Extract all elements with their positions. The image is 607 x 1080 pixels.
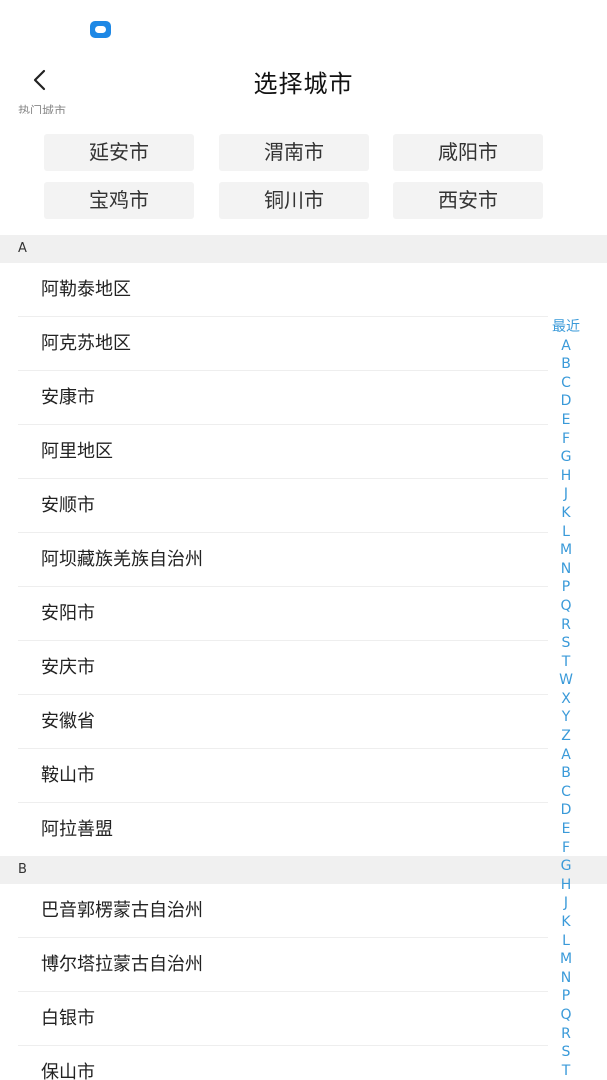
city-name: 保山市	[41, 1062, 95, 1080]
city-list-item[interactable]: 安顺市	[18, 479, 548, 533]
alpha-index-item[interactable]: E	[546, 820, 586, 839]
alpha-index-item[interactable]: B	[546, 355, 586, 374]
alpha-index-item[interactable]: M	[546, 950, 586, 969]
alpha-index-item[interactable]: 最近	[546, 318, 586, 337]
city-list-item[interactable]: 博尔塔拉蒙古自治州	[18, 938, 548, 992]
alpha-index-item[interactable]: D	[546, 392, 586, 411]
nav-bar: 选择城市	[0, 56, 607, 104]
alpha-index-item[interactable]: H	[546, 467, 586, 486]
alpha-index-item[interactable]: F	[546, 430, 586, 449]
city-name: 博尔塔拉蒙古自治州	[41, 954, 203, 975]
alpha-index-item[interactable]: S	[546, 1043, 586, 1062]
city-name: 安顺市	[41, 495, 95, 516]
section-header-a: A	[0, 235, 607, 263]
alpha-index-item[interactable]: W	[546, 671, 586, 690]
city-name: 安阳市	[41, 603, 95, 624]
city-list-item[interactable]: 巴音郭楞蒙古自治州	[18, 884, 548, 938]
alpha-index-item[interactable]: D	[546, 801, 586, 820]
hot-city-chip[interactable]: 渭南市	[219, 134, 369, 171]
hot-cities-label: 热门城市	[18, 104, 67, 114]
city-name: 阿勒泰地区	[41, 279, 131, 300]
alpha-index-item[interactable]: N	[546, 969, 586, 988]
status-bar	[0, 0, 607, 56]
alpha-index-item[interactable]: H	[546, 876, 586, 895]
alpha-index-item[interactable]: C	[546, 783, 586, 802]
alpha-index-item[interactable]: Q	[546, 597, 586, 616]
city-list-item[interactable]: 鞍山市	[18, 749, 548, 803]
alpha-index-item[interactable]: P	[546, 987, 586, 1006]
hot-city-chip[interactable]: 咸阳市	[393, 134, 543, 171]
alpha-index-item[interactable]: M	[546, 541, 586, 560]
alpha-index-item[interactable]: S	[546, 634, 586, 653]
alpha-index-item[interactable]: L	[546, 523, 586, 542]
hot-city-chip[interactable]: 宝鸡市	[44, 182, 194, 219]
alpha-index-item[interactable]: L	[546, 932, 586, 951]
alpha-index-item[interactable]: K	[546, 913, 586, 932]
city-list-item[interactable]: 保山市	[18, 1046, 548, 1080]
city-list-item[interactable]: 阿克苏地区	[18, 317, 548, 371]
city-list-item[interactable]: 安徽省	[18, 695, 548, 749]
city-name: 阿坝藏族羌族自治州	[41, 549, 203, 570]
alpha-index-item[interactable]: F	[546, 839, 586, 858]
city-name: 阿里地区	[41, 441, 113, 462]
alpha-index-item[interactable]: P	[546, 578, 586, 597]
section-header-b: B	[0, 856, 607, 884]
city-name: 鞍山市	[41, 765, 95, 786]
alpha-index-item[interactable]: G	[546, 448, 586, 467]
city-list-item[interactable]: 安康市	[18, 371, 548, 425]
city-name: 阿拉善盟	[41, 819, 113, 840]
alpha-index-item[interactable]: Y	[546, 708, 586, 727]
chat-bubble-icon	[90, 21, 111, 38]
alphabet-index[interactable]: 最近 A B C D E F G H J K L M N P Q R S T W…	[546, 318, 586, 1080]
hot-city-chip[interactable]: 延安市	[44, 134, 194, 171]
alpha-index-item[interactable]: N	[546, 560, 586, 579]
page-title: 选择城市	[253, 70, 354, 98]
alpha-index-item[interactable]: A	[546, 337, 586, 356]
city-name: 安庆市	[41, 657, 95, 678]
city-list-item[interactable]: 安阳市	[18, 587, 548, 641]
hot-city-chip[interactable]: 西安市	[393, 182, 543, 219]
city-name: 巴音郭楞蒙古自治州	[41, 900, 203, 921]
alpha-index-item[interactable]: R	[546, 1025, 586, 1044]
alpha-index-item[interactable]: T	[546, 653, 586, 672]
hot-city-chip[interactable]: 铜川市	[219, 182, 369, 219]
city-list-item[interactable]: 阿里地区	[18, 425, 548, 479]
city-list-item[interactable]: 白银市	[18, 992, 548, 1046]
alpha-index-item[interactable]: Z	[546, 727, 586, 746]
city-name: 安徽省	[41, 711, 95, 732]
city-name: 阿克苏地区	[41, 333, 131, 354]
city-list-item[interactable]: 阿拉善盟	[18, 803, 548, 857]
alpha-index-item[interactable]: G	[546, 857, 586, 876]
alpha-index-item[interactable]: K	[546, 504, 586, 523]
alpha-index-item[interactable]: C	[546, 374, 586, 393]
city-list-item[interactable]: 阿坝藏族羌族自治州	[18, 533, 548, 587]
alpha-index-item[interactable]: J	[546, 485, 586, 504]
alpha-index-item[interactable]: B	[546, 764, 586, 783]
alpha-index-item[interactable]: R	[546, 616, 586, 635]
alpha-index-item[interactable]: E	[546, 411, 586, 430]
city-name: 白银市	[41, 1008, 95, 1029]
alpha-index-item[interactable]: T	[546, 1062, 586, 1080]
city-name: 安康市	[41, 387, 95, 408]
city-list-item[interactable]: 安庆市	[18, 641, 548, 695]
alpha-index-item[interactable]: X	[546, 690, 586, 709]
alpha-index-item[interactable]: A	[546, 746, 586, 765]
alpha-index-item[interactable]: Q	[546, 1006, 586, 1025]
city-list-item[interactable]: 阿勒泰地区	[18, 263, 548, 317]
alpha-index-item[interactable]: J	[546, 894, 586, 913]
